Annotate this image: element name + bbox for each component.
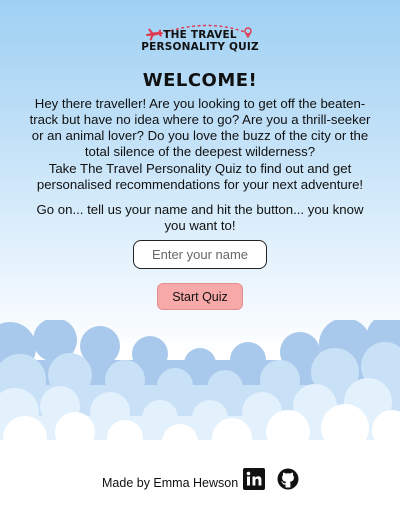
footer-credit: Made by Emma Hewson bbox=[102, 476, 239, 490]
linkedin-icon bbox=[243, 468, 265, 490]
call-to-action-text: Go on... tell us your name and hit the b… bbox=[36, 202, 364, 233]
logo-title-line-1: THE TRAVEL bbox=[163, 29, 237, 41]
quiz-description: Take The Travel Personality Quiz to find… bbox=[36, 161, 364, 192]
linkedin-link[interactable] bbox=[243, 468, 265, 490]
intro-paragraph: Hey there traveller! Are you looking to … bbox=[29, 96, 371, 159]
name-input[interactable] bbox=[133, 240, 267, 269]
logo-title-line-2: PERSONALITY QUIZ bbox=[141, 41, 259, 53]
start-quiz-button[interactable]: Start Quiz bbox=[157, 283, 243, 310]
welcome-heading: WELCOME! bbox=[142, 70, 258, 91]
github-link[interactable] bbox=[277, 468, 299, 490]
github-icon bbox=[277, 468, 299, 490]
logo-title: THE TRAVEL PERSONALITY QUIZ bbox=[0, 29, 400, 53]
